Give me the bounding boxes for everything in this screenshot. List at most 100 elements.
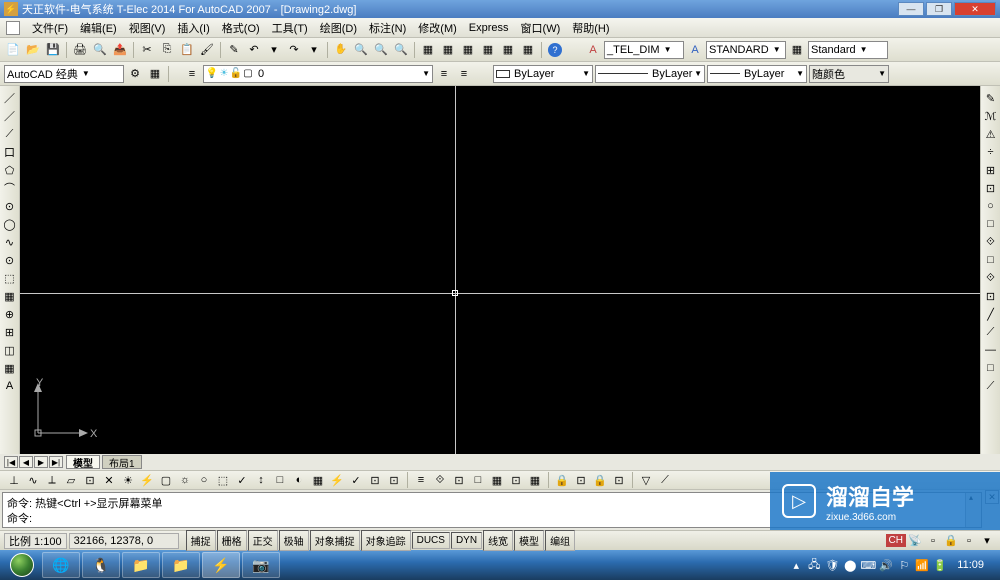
bottom-tool-4[interactable]: ⊡ xyxy=(82,472,98,488)
close-button[interactable]: ✕ xyxy=(954,2,996,16)
tablestyle-combo[interactable]: Standard▼ xyxy=(808,41,888,59)
clean-screen-icon[interactable]: ▫ xyxy=(960,532,978,550)
bottom-tool-27[interactable]: ⊡ xyxy=(508,472,524,488)
ortho-toggle[interactable]: 正交 xyxy=(248,530,278,551)
modify-tool-1[interactable]: ℳ xyxy=(983,108,999,124)
clock[interactable]: 11:09 xyxy=(951,559,990,571)
bottom-tool-17[interactable]: ⚡ xyxy=(329,472,345,488)
bottom-tool-7[interactable]: ⚡ xyxy=(139,472,155,488)
save-button[interactable] xyxy=(44,41,62,59)
taskbar-app-1[interactable]: 🌐 xyxy=(42,552,80,578)
draw-tool-16[interactable]: A xyxy=(2,378,18,394)
menu-help[interactable]: 帮助(H) xyxy=(568,18,613,38)
group-toggle[interactable]: 编组 xyxy=(545,530,575,551)
draw-tool-2[interactable]: ⟋ xyxy=(2,126,18,142)
tray-ime-icon[interactable]: ⌨ xyxy=(861,558,875,572)
design-center-button[interactable]: ▦ xyxy=(439,41,457,59)
bottom-tool-9[interactable]: ☼ xyxy=(177,472,193,488)
plot-button[interactable] xyxy=(71,41,89,59)
snap-toggle[interactable]: 捕捉 xyxy=(186,530,216,551)
bottom-tool-23[interactable]: ⟐ xyxy=(432,472,448,488)
menu-file[interactable]: 文件(F) xyxy=(28,18,72,38)
modify-tool-3[interactable]: ÷ xyxy=(983,144,999,160)
match-properties-button[interactable]: 🖌 xyxy=(198,41,216,59)
grid-toggle[interactable]: 栅格 xyxy=(217,530,247,551)
tray-net2-icon[interactable]: 📶 xyxy=(915,558,929,572)
status-menu-icon[interactable]: ▾ xyxy=(978,532,996,550)
draw-tool-0[interactable]: ／ xyxy=(2,90,18,106)
plot-preview-button[interactable]: 🔍 xyxy=(91,41,109,59)
color-combo[interactable]: ByLayer▼ xyxy=(493,65,593,83)
doc-control-icon[interactable] xyxy=(6,21,20,35)
open-button[interactable] xyxy=(24,41,42,59)
bottom-tool-6[interactable]: ☀ xyxy=(120,472,136,488)
bottom-tool-19[interactable]: ⊡ xyxy=(367,472,383,488)
menu-modify[interactable]: 修改(M) xyxy=(414,18,461,38)
draw-tool-14[interactable]: ◫ xyxy=(2,342,18,358)
modify-tool-14[interactable]: — xyxy=(983,342,999,358)
zoom-window-button[interactable]: 🔍 xyxy=(372,41,390,59)
taskbar-app-autocad[interactable]: ⚡ xyxy=(202,552,240,578)
draw-tool-7[interactable]: ◯ xyxy=(2,216,18,232)
layer-combo[interactable]: 💡 ☀ 🔓 ▢ 0 ▼ xyxy=(203,65,433,83)
bottom-tool-0[interactable]: ⊥ xyxy=(6,472,22,488)
textstyle-icon[interactable]: A xyxy=(686,41,704,59)
copy-button[interactable] xyxy=(158,41,176,59)
modify-tool-5[interactable]: ⊡ xyxy=(983,180,999,196)
menu-view[interactable]: 视图(V) xyxy=(125,18,170,38)
publish-button[interactable]: 📤 xyxy=(111,41,129,59)
workspace-lock-button[interactable]: ▦ xyxy=(146,65,164,83)
taskbar-app-4[interactable]: 📁 xyxy=(162,552,200,578)
otrack-toggle[interactable]: 对象追踪 xyxy=(361,530,411,551)
layer-states-button[interactable]: ≡ xyxy=(455,65,473,83)
bottom-tool-10[interactable]: ○ xyxy=(196,472,212,488)
lwt-toggle[interactable]: 线宽 xyxy=(483,530,513,551)
ducs-toggle[interactable]: DUCS xyxy=(412,532,450,549)
new-button[interactable] xyxy=(4,41,22,59)
modify-tool-6[interactable]: ○ xyxy=(983,198,999,214)
tab-nav-prev[interactable]: ◀ xyxy=(19,456,33,468)
modify-tool-12[interactable]: ╱ xyxy=(983,306,999,322)
start-button[interactable] xyxy=(4,552,40,578)
comm-center-icon[interactable]: 📡 xyxy=(906,532,924,550)
bottom-tool-13[interactable]: ↕ xyxy=(253,472,269,488)
tray-volume-icon[interactable]: 🔊 xyxy=(879,558,893,572)
menu-window[interactable]: 窗口(W) xyxy=(517,18,565,38)
minimize-button[interactable]: — xyxy=(898,2,924,16)
dimstyle-icon[interactable]: A xyxy=(584,41,602,59)
bottom-tool-12[interactable]: ✓ xyxy=(234,472,250,488)
bottom-tool-14[interactable]: □ xyxy=(272,472,288,488)
tab-layout1[interactable]: 布局1 xyxy=(102,455,142,469)
draw-tool-4[interactable]: ⬠ xyxy=(2,162,18,178)
dyn-toggle[interactable]: DYN xyxy=(451,532,482,549)
tray-security-icon[interactable]: 🛡 xyxy=(825,558,839,572)
modify-tool-9[interactable]: □ xyxy=(983,252,999,268)
modify-tool-4[interactable]: ⊞ xyxy=(983,162,999,178)
bottom-tool-24[interactable]: ⊡ xyxy=(451,472,467,488)
bottom-tool-5[interactable]: ✕ xyxy=(101,472,117,488)
bottom-tool-20[interactable]: ⊡ xyxy=(386,472,402,488)
polar-toggle[interactable]: 极轴 xyxy=(279,530,309,551)
zoom-realtime-button[interactable] xyxy=(352,41,370,59)
tab-nav-first[interactable]: |◀ xyxy=(4,456,18,468)
linetype-combo[interactable]: ByLayer▼ xyxy=(595,65,705,83)
taskbar-app-3[interactable]: 📁 xyxy=(122,552,160,578)
ime-indicator[interactable]: CH xyxy=(886,534,906,547)
cut-button[interactable] xyxy=(138,41,156,59)
draw-tool-5[interactable]: ⌒ xyxy=(2,180,18,196)
help-button[interactable] xyxy=(546,41,564,59)
sheet-set-button[interactable]: ▦ xyxy=(479,41,497,59)
taskbar-app-6[interactable]: 📷 xyxy=(242,552,280,578)
draw-tool-3[interactable]: 口 xyxy=(2,144,18,160)
lock-ui-icon[interactable]: 🔒 xyxy=(942,532,960,550)
scale-display[interactable]: 比例 1:100 xyxy=(4,533,67,549)
bottom-tool-2[interactable]: ⟂ xyxy=(44,472,60,488)
markup-button[interactable]: ▦ xyxy=(499,41,517,59)
osnap-toggle[interactable]: 对象捕捉 xyxy=(310,530,360,551)
quickcalc-button[interactable]: ▦ xyxy=(519,41,537,59)
draw-tool-1[interactable]: ／ xyxy=(2,108,18,124)
modify-tool-0[interactable]: ✎ xyxy=(983,90,999,106)
layer-manager-button[interactable]: ≡ xyxy=(183,65,201,83)
textstyle-combo[interactable]: STANDARD▼ xyxy=(706,41,786,59)
menu-format[interactable]: 格式(O) xyxy=(218,18,264,38)
